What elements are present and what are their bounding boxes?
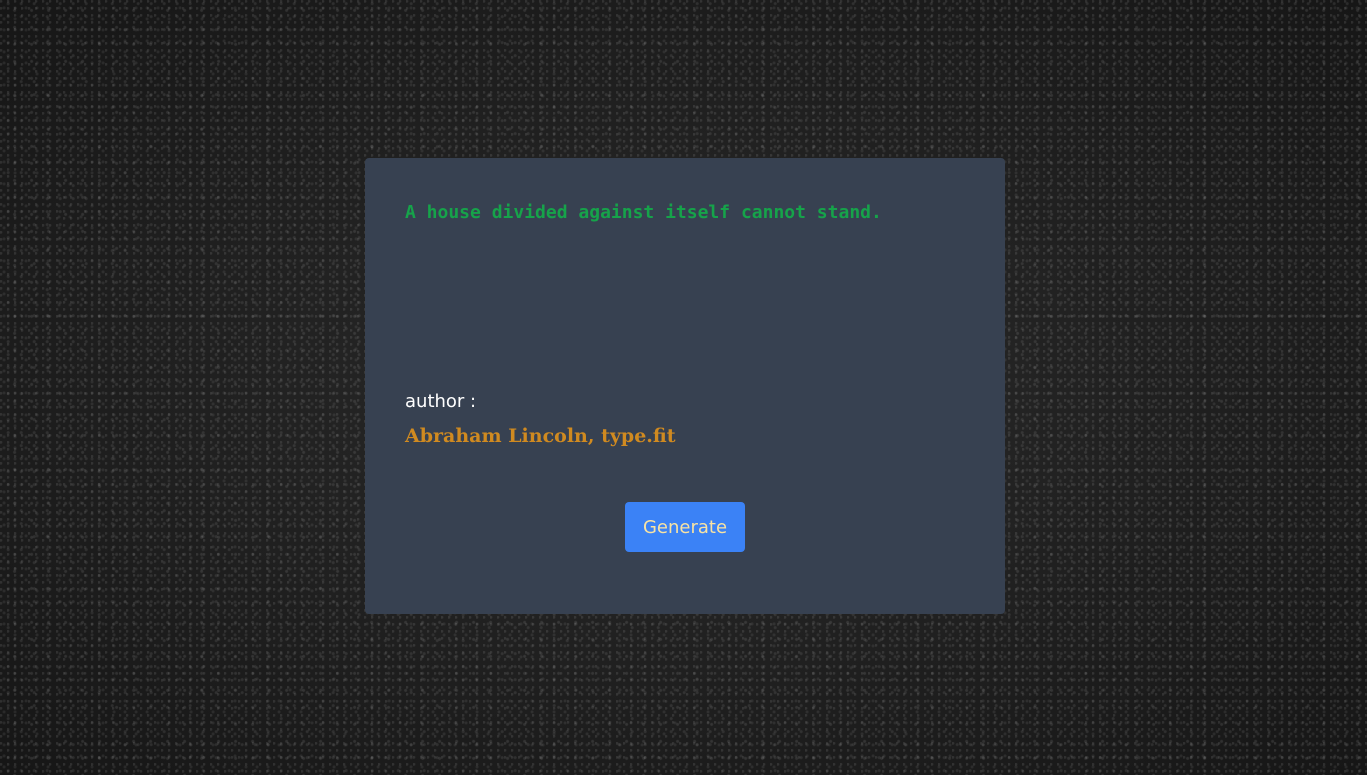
author-name: Abraham Lincoln, type.fit	[405, 425, 676, 447]
author-label: author :	[405, 391, 477, 412]
quote-card: A house divided against itself cannot st…	[365, 158, 1005, 614]
quote-text: A house divided against itself cannot st…	[405, 202, 882, 223]
generate-button[interactable]: Generate	[625, 502, 745, 552]
